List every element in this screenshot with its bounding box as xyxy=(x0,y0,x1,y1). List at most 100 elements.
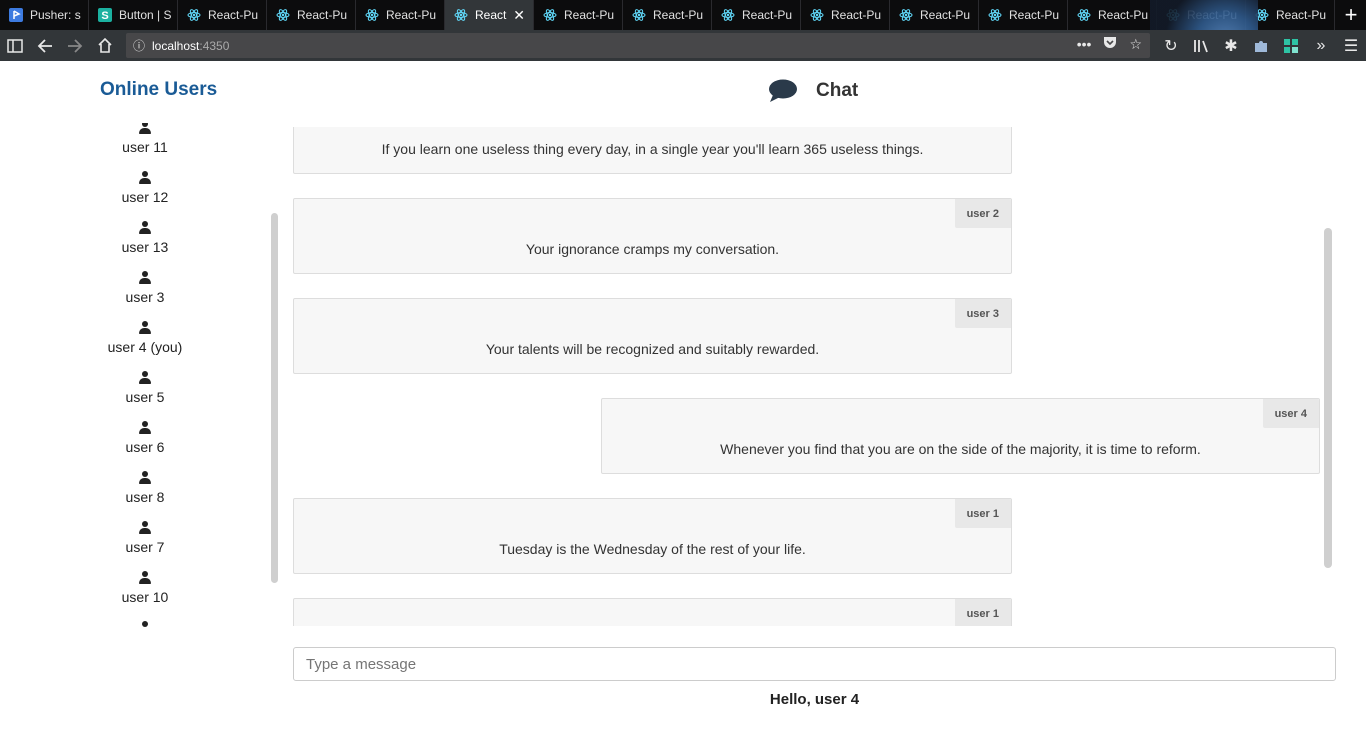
url-port: :4350 xyxy=(199,38,230,53)
browser-tab[interactable]: React-Pu xyxy=(623,0,712,30)
chat-bubble-icon xyxy=(768,79,798,103)
bookmark-star-icon[interactable]: ☆ xyxy=(1129,36,1142,53)
browser-tab[interactable]: React-Pu xyxy=(801,0,890,30)
browser-tab-label: React-Pu xyxy=(297,8,348,22)
forward-icon[interactable] xyxy=(60,30,90,61)
user-list-item[interactable]: user 8 xyxy=(60,471,230,505)
user-name: user 5 xyxy=(125,389,165,405)
user-list-item[interactable] xyxy=(60,621,230,627)
s-icon: S xyxy=(98,8,112,22)
browser-tab[interactable]: React-Pu xyxy=(890,0,979,30)
user-name: user 13 xyxy=(121,239,169,255)
sidebar-toggle-icon[interactable] xyxy=(0,30,30,61)
browser-tab[interactable]: React ✕ xyxy=(445,0,534,30)
user-list-item[interactable]: user 12 xyxy=(60,171,230,205)
message-text: Your talents will be recognized and suit… xyxy=(485,341,820,357)
user-name: user 4 (you) xyxy=(107,339,183,355)
close-tab-icon[interactable]: ✕ xyxy=(513,7,525,24)
user-icon xyxy=(139,321,151,335)
react-icon xyxy=(721,8,735,22)
chat-message: If you learn one useless thing every day… xyxy=(293,127,1012,174)
browser-tab-label: React-Pu xyxy=(386,8,437,22)
user-icon xyxy=(139,421,151,435)
browser-tab[interactable]: React-Pu xyxy=(979,0,1068,30)
browser-tab[interactable]: React-Pu xyxy=(712,0,801,30)
user-name: user 12 xyxy=(121,189,169,205)
sidebar-scrollbar[interactable] xyxy=(271,213,278,583)
message-author: user 2 xyxy=(954,199,1011,228)
browser-tab-label: React-Pu xyxy=(1009,8,1060,22)
gear-icon[interactable]: ✱ xyxy=(1220,30,1242,61)
browser-tab-label: React-Pu xyxy=(564,8,615,22)
user-name: user 10 xyxy=(121,589,169,605)
user-icon xyxy=(139,171,151,185)
browser-tab[interactable]: React-Pu xyxy=(534,0,623,30)
user-list-item[interactable]: user 11 xyxy=(60,123,230,155)
site-info-icon[interactable]: ⓘ xyxy=(126,37,152,54)
message-list[interactable]: If you learn one useless thing every day… xyxy=(293,127,1333,626)
library-icon[interactable] xyxy=(1190,30,1212,61)
react-icon xyxy=(899,8,913,22)
chat-header: Chat xyxy=(768,79,858,103)
user-icon xyxy=(139,621,151,627)
chat-title: Chat xyxy=(816,80,859,101)
online-users-title: Online Users xyxy=(100,79,218,100)
message-author: user 3 xyxy=(954,299,1011,328)
react-icon xyxy=(632,8,646,22)
message-text: If you learn one useless thing every day… xyxy=(381,141,924,157)
user-list-item[interactable]: user 5 xyxy=(60,371,230,405)
chat-message: user 4 Whenever you find that you are on … xyxy=(601,398,1320,474)
user-list-item[interactable]: user 4 (you) xyxy=(60,321,230,355)
message-scrollbar[interactable] xyxy=(1324,228,1332,568)
back-icon[interactable] xyxy=(30,30,60,61)
browser-tab-bar: Pusher: s S Button | S React-Pu React-Pu Reac… xyxy=(0,0,1366,62)
greeting-text: Hello, user 4 xyxy=(769,691,860,708)
browser-tab[interactable]: React-Pu xyxy=(1246,0,1335,30)
chat-message: user 1 xyxy=(293,598,1012,626)
user-list-item[interactable]: user 7 xyxy=(60,521,230,555)
browser-tab-label: Button | S xyxy=(119,8,172,22)
message-text: Whenever you find that you are on the si… xyxy=(720,441,1201,457)
browser-tab-label: React xyxy=(475,8,507,22)
pusher-icon xyxy=(9,8,23,22)
browser-tab-label: React-Pu xyxy=(920,8,971,22)
browser-tab[interactable]: React-Pu xyxy=(1068,0,1157,30)
browser-tab-label: React-Pu xyxy=(653,8,704,22)
pocket-icon[interactable] xyxy=(1103,36,1117,53)
browser-tab-label: React-Pu xyxy=(208,8,259,22)
overflow-chevron-icon[interactable]: » xyxy=(1310,30,1332,61)
user-icon xyxy=(139,371,151,385)
puzzle-extension-icon[interactable] xyxy=(1250,30,1272,61)
user-list-item[interactable]: user 10 xyxy=(60,571,230,605)
reload-icon[interactable]: ↻ xyxy=(1160,30,1182,61)
browser-tab[interactable]: React-Pu xyxy=(267,0,356,30)
online-users-list[interactable]: user 11 user 12 user 13 user 3 user 4 (you) u… xyxy=(60,123,230,627)
home-icon[interactable] xyxy=(90,30,120,61)
user-name: user 8 xyxy=(125,489,165,505)
new-tab-button[interactable]: + xyxy=(1336,0,1366,30)
user-list-item[interactable]: user 6 xyxy=(60,421,230,455)
react-icon xyxy=(810,8,824,22)
browser-tab[interactable]: Pusher: s xyxy=(0,0,89,30)
user-list-item[interactable]: user 3 xyxy=(60,271,230,305)
browser-tab[interactable]: S Button | S xyxy=(89,0,178,30)
message-input[interactable] xyxy=(293,647,1336,681)
page-content: Online Users user 11 user 12 user 13 user 3… xyxy=(0,61,1366,747)
react-icon xyxy=(365,8,379,22)
page-actions-icon[interactable]: ••• xyxy=(1077,36,1092,53)
browser-nav-bar: ⓘ localhost:4350 ••• ☆ ↻ ✱ » ☰ xyxy=(0,30,1366,61)
user-name: user 3 xyxy=(125,289,165,305)
svg-text:S: S xyxy=(101,10,108,22)
user-icon xyxy=(139,123,151,135)
user-name: user 6 xyxy=(125,439,165,455)
user-icon xyxy=(139,521,151,535)
react-icon xyxy=(454,8,468,22)
url-host: localhost xyxy=(152,38,200,53)
user-list-item[interactable]: user 13 xyxy=(60,221,230,255)
user-icon xyxy=(139,471,151,485)
grid-extension-icon[interactable] xyxy=(1280,30,1302,61)
browser-tab[interactable]: React-Pu xyxy=(178,0,267,30)
address-bar[interactable]: ⓘ localhost:4350 ••• ☆ xyxy=(126,33,1150,58)
browser-tab[interactable]: React-Pu xyxy=(356,0,445,30)
hamburger-menu-icon[interactable]: ☰ xyxy=(1340,30,1362,61)
